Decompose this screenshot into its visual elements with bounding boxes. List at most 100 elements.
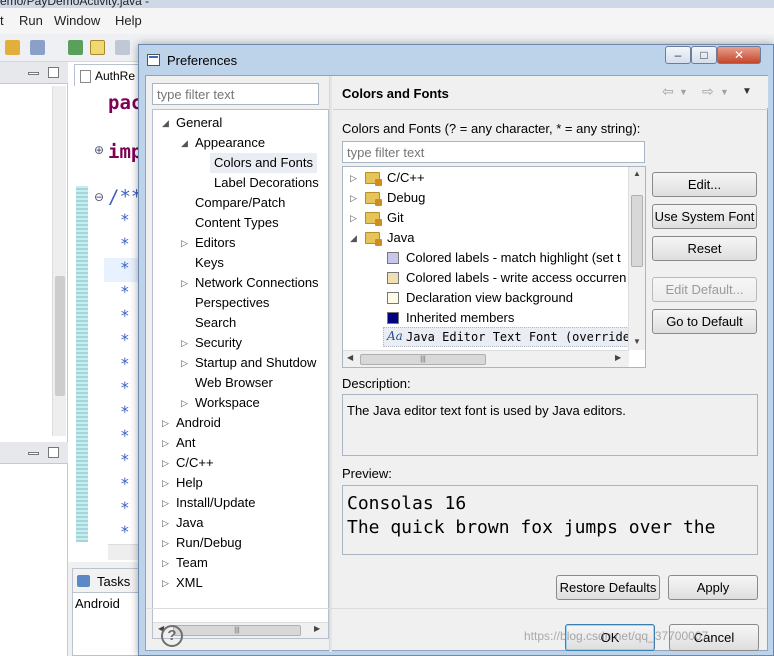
colors-tree-vscrollbar[interactable]: ▲ ▼ <box>628 167 645 350</box>
color-tree-item-c-cpp[interactable]: C/C++ <box>387 168 425 188</box>
tree-item-network-connections[interactable]: Network Connections <box>195 273 319 293</box>
tree-item-content-types[interactable]: Content Types <box>195 213 279 233</box>
color-tree-item-inherited-members[interactable]: Inherited members <box>406 308 514 328</box>
scroll-thumb[interactable] <box>631 195 643 267</box>
forward-menu-icon[interactable]: ▼ <box>720 87 729 97</box>
color-tree-item-match-highlight[interactable]: Colored labels - match highlight (set t <box>406 248 621 268</box>
fold-minus-icon[interactable]: ⊖ <box>94 190 104 204</box>
expand-arrow-icon[interactable]: ▷ <box>162 433 169 453</box>
go-to-default-button[interactable]: Go to Default <box>652 309 757 334</box>
view-scrollbar[interactable] <box>52 86 66 436</box>
expand-arrow-icon[interactable]: ▷ <box>162 533 169 553</box>
expand-arrow-icon[interactable]: ▷ <box>181 393 188 413</box>
open-folder-icon[interactable] <box>5 40 20 55</box>
tree-item-editors[interactable]: Editors <box>195 233 235 253</box>
reset-button[interactable]: Reset <box>652 236 757 261</box>
color-tree-item-java-editor-font[interactable]: Java Editor Text Font (overrides <box>406 327 637 347</box>
tree-item-perspectives[interactable]: Perspectives <box>195 293 269 313</box>
tree-item-compare-patch[interactable]: Compare/Patch <box>195 193 285 213</box>
color-tree-item-declaration-view[interactable]: Declaration view background <box>406 288 573 308</box>
color-tree-item-git[interactable]: Git <box>387 208 404 228</box>
tree-item-ant[interactable]: Ant <box>176 433 196 453</box>
expand-arrow-icon[interactable]: ▷ <box>181 353 188 373</box>
expand-arrow-icon[interactable]: ▷ <box>350 188 357 208</box>
expand-arrow-icon[interactable]: ▷ <box>162 453 169 473</box>
restore-defaults-button[interactable]: Restore Defaults <box>556 575 660 600</box>
tree-item-team[interactable]: Team <box>176 553 208 573</box>
expand-arrow-icon[interactable]: ▷ <box>162 473 169 493</box>
color-tree-item-java[interactable]: Java <box>387 228 414 248</box>
tree-item-appearance[interactable]: Appearance <box>195 133 265 153</box>
scroll-left-icon[interactable]: ◀ <box>347 353 353 362</box>
expand-arrow-icon[interactable]: ▷ <box>350 168 357 188</box>
colors-fonts-tree[interactable]: ▷ C/C++ ▷ Debug ▷ Git ◢ Java Colored lab… <box>342 166 646 368</box>
scroll-down-icon[interactable]: ▼ <box>633 337 641 346</box>
colors-tree-hscrollbar[interactable]: ◀ ||| ▶ <box>343 350 629 367</box>
expand-arrow-icon[interactable]: ▷ <box>162 553 169 573</box>
scroll-right-icon[interactable]: ▶ <box>615 353 621 362</box>
tree-item-keys[interactable]: Keys <box>195 253 224 273</box>
debug-icon[interactable] <box>68 40 83 55</box>
expand-arrow-icon[interactable]: ▷ <box>162 513 169 533</box>
fold-plus-icon[interactable]: ⊕ <box>94 143 104 157</box>
forward-icon[interactable]: ⇨ <box>702 83 714 100</box>
back-menu-icon[interactable]: ▼ <box>679 87 688 97</box>
tree-filter-input[interactable] <box>152 83 319 105</box>
menu-window[interactable]: Window <box>54 13 100 28</box>
close-button[interactable]: ✕ <box>717 46 761 64</box>
tree-item-label-decorations[interactable]: Label Decorations <box>214 173 319 193</box>
collapse-arrow-icon[interactable]: ◢ <box>181 133 188 153</box>
color-tree-item-write-access[interactable]: Colored labels - write access occurren <box>406 268 626 288</box>
tree-item-xml[interactable]: XML <box>176 573 203 593</box>
collapse-arrow-icon[interactable]: ◢ <box>350 228 357 248</box>
editor-tab[interactable]: AuthRe <box>74 64 148 86</box>
tree-item-help[interactable]: Help <box>176 473 203 493</box>
help-icon[interactable]: ? <box>161 625 183 647</box>
minimize-icon[interactable] <box>28 452 39 455</box>
view-menu-icon[interactable]: ▼ <box>742 86 752 97</box>
minimize-icon[interactable] <box>28 72 39 75</box>
minimize-button[interactable]: – <box>665 46 691 64</box>
maximize-button[interactable]: □ <box>691 46 717 64</box>
expand-arrow-icon[interactable]: ▷ <box>162 573 169 593</box>
tree-item-colors-and-fonts[interactable]: Colors and Fonts <box>210 153 317 173</box>
preference-tree[interactable]: ◢ General ◢ Appearance Colors and Fonts … <box>152 109 329 639</box>
tree-item-web-browser[interactable]: Web Browser <box>195 373 273 393</box>
build-icon[interactable] <box>30 40 45 55</box>
collapse-arrow-icon[interactable]: ◢ <box>162 113 169 133</box>
scroll-right-icon[interactable]: ▶ <box>314 624 320 633</box>
tree-item-workspace[interactable]: Workspace <box>195 393 260 413</box>
highlight-icon[interactable] <box>90 40 105 55</box>
expand-arrow-icon[interactable]: ▷ <box>181 333 188 353</box>
tree-item-search[interactable]: Search <box>195 313 236 333</box>
dialog-title-bar[interactable]: Preferences – □ ✕ <box>139 45 773 75</box>
tree-item-startup-and-shutdown[interactable]: Startup and Shutdow <box>195 353 316 373</box>
tasks-tab[interactable]: Tasks <box>97 574 130 589</box>
expand-arrow-icon[interactable]: ▷ <box>350 208 357 228</box>
expand-arrow-icon[interactable]: ▷ <box>162 493 169 513</box>
expand-arrow-icon[interactable]: ▷ <box>181 273 188 293</box>
menu-help[interactable]: Help <box>115 13 142 28</box>
menu-run[interactable]: Run <box>19 13 43 28</box>
edit-button[interactable]: Edit... <box>652 172 757 197</box>
tree-item-android[interactable]: Android <box>176 413 221 433</box>
expand-arrow-icon[interactable]: ▷ <box>162 413 169 433</box>
maximize-icon[interactable] <box>48 447 59 458</box>
tree-item-install-update[interactable]: Install/Update <box>176 493 256 513</box>
scroll-thumb[interactable]: ||| <box>173 625 301 636</box>
color-tree-item-debug[interactable]: Debug <box>387 188 425 208</box>
menu-fragment[interactable]: t <box>0 13 4 28</box>
scroll-up-icon[interactable]: ▲ <box>633 169 641 178</box>
splitter[interactable] <box>329 76 332 652</box>
expand-arrow-icon[interactable]: ▷ <box>181 233 188 253</box>
edit-default-button[interactable]: Edit Default... <box>652 277 757 302</box>
use-system-font-button[interactable]: Use System Font <box>652 204 757 229</box>
tree-item-run-debug[interactable]: Run/Debug <box>176 533 242 553</box>
back-icon[interactable]: ⇦ <box>662 83 674 100</box>
toggle-icon[interactable] <box>115 40 130 55</box>
scroll-thumb[interactable]: ||| <box>360 354 486 365</box>
colors-filter-input[interactable] <box>342 141 645 163</box>
tree-item-general[interactable]: General <box>176 113 222 133</box>
tree-item-java[interactable]: Java <box>176 513 203 533</box>
tree-item-c-cpp[interactable]: C/C++ <box>176 453 214 473</box>
